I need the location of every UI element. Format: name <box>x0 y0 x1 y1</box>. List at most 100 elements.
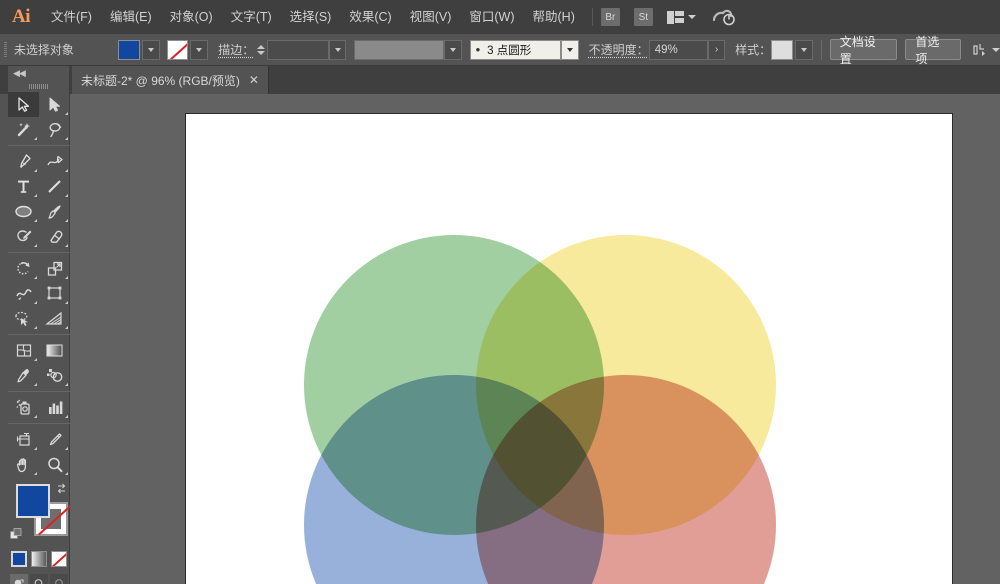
artboard-tool[interactable] <box>8 427 39 452</box>
gradient-tool[interactable] <box>39 338 70 363</box>
menu-effect[interactable]: 效果(C) <box>340 0 400 34</box>
blend-tool[interactable] <box>39 363 70 388</box>
chevron-down-icon <box>566 47 573 52</box>
artboard[interactable] <box>186 114 952 584</box>
stroke-color-swatch[interactable] <box>166 39 189 60</box>
menu-edit[interactable]: 编辑(E) <box>101 0 161 34</box>
creative-cloud-icon[interactable] <box>712 7 736 27</box>
gradient-mode-button[interactable] <box>31 551 47 567</box>
preferences-button[interactable]: 首选项 <box>905 35 961 66</box>
tools-panel-collapse[interactable]: ◀◀ <box>8 66 69 81</box>
curvature-tool[interactable] <box>39 149 70 174</box>
fill-color-dropdown[interactable] <box>141 39 160 60</box>
tool-list <box>8 92 70 477</box>
opacity-input[interactable]: 49% <box>648 39 709 60</box>
column-graph-tool[interactable] <box>39 395 70 420</box>
variable-width-profile-input[interactable] <box>354 39 444 60</box>
stroke-weight-dropdown[interactable] <box>328 39 347 60</box>
selection-tool[interactable] <box>8 92 39 117</box>
stroke-weight-stepper[interactable] <box>254 40 267 60</box>
line-segment-tool[interactable] <box>39 174 70 199</box>
app-logo: Ai <box>12 6 31 27</box>
menu-object[interactable]: 对象(O) <box>161 0 222 34</box>
menu-file[interactable]: 文件(F) <box>42 0 101 34</box>
menu-help[interactable]: 帮助(H) <box>524 0 584 34</box>
rotate-tool[interactable] <box>8 256 39 281</box>
control-bar-grip[interactable] <box>0 34 12 66</box>
chevron-down-icon <box>147 47 154 52</box>
swap-fill-stroke-icon[interactable] <box>55 482 68 495</box>
tool-divider <box>8 252 70 253</box>
none-mode-button[interactable] <box>51 551 67 567</box>
menu-select[interactable]: 选择(S) <box>281 0 341 34</box>
variable-width-profile-dropdown[interactable] <box>443 39 462 60</box>
menubar-divider <box>591 8 593 26</box>
symbol-sprayer-tool[interactable] <box>8 395 39 420</box>
graphic-style-dropdown[interactable] <box>794 39 813 60</box>
tool-divider <box>8 423 70 424</box>
paintbrush-tool[interactable] <box>39 199 70 224</box>
stroke-weight-input[interactable] <box>267 39 329 60</box>
bridge-icon[interactable]: Br <box>600 8 620 26</box>
graphic-style-swatch[interactable] <box>771 39 793 60</box>
stroke-weight-label: 描边： <box>218 43 255 57</box>
opacity-options-button[interactable]: › <box>708 39 726 60</box>
brush-dot-icon: • <box>475 42 481 57</box>
align-arrange-icon[interactable] <box>973 42 1000 57</box>
tools-panel: ◀◀ <box>8 66 70 584</box>
workspace-switcher-icon[interactable] <box>666 10 697 24</box>
mesh-tool[interactable] <box>8 338 39 363</box>
menu-type[interactable]: 文字(T) <box>222 0 281 34</box>
perspective-grid-tool[interactable] <box>39 306 70 331</box>
direct-selection-tool[interactable] <box>39 92 70 117</box>
fill-color-swatch[interactable] <box>117 39 140 60</box>
lasso-tool[interactable] <box>39 117 70 142</box>
opacity-label: 不透明度： <box>588 43 649 57</box>
chevron-down-icon <box>991 47 1000 52</box>
tool-divider <box>8 334 70 335</box>
default-fill-stroke-icon[interactable] <box>10 528 23 541</box>
draw-inside-button[interactable] <box>50 574 68 584</box>
chevron-down-icon <box>449 47 456 52</box>
pen-tool[interactable] <box>8 149 39 174</box>
type-tool[interactable] <box>8 174 39 199</box>
document-tab-title: 未标题-2* @ 96% (RGB/预览) <box>81 73 240 88</box>
ellipse-tool[interactable] <box>8 199 39 224</box>
draw-mode-buttons <box>8 572 70 584</box>
width-tool[interactable] <box>8 281 39 306</box>
document-tab[interactable]: 未标题-2* @ 96% (RGB/预览) ✕ <box>72 66 269 94</box>
chevron-down-icon <box>334 47 341 52</box>
shaper-tool[interactable] <box>8 224 39 249</box>
zoom-tool[interactable] <box>39 452 70 477</box>
fill-stroke-controls <box>8 482 70 544</box>
fill-color-box[interactable] <box>16 484 50 518</box>
menu-bar: Ai 文件(F) 编辑(E) 对象(O) 文字(T) 选择(S) 效果(C) 视… <box>0 0 1000 34</box>
brush-definition-input[interactable]: • 3 点圆形 <box>469 39 561 60</box>
chevron-down-icon <box>688 15 697 19</box>
eyedropper-tool[interactable] <box>8 363 39 388</box>
color-mode-button[interactable] <box>11 551 27 567</box>
slice-tool[interactable] <box>39 427 70 452</box>
tools-panel-grip[interactable] <box>8 81 69 92</box>
menu-view[interactable]: 视图(V) <box>401 0 461 34</box>
canvas-area[interactable] <box>70 94 1000 584</box>
document-setup-button[interactable]: 文档设置 <box>829 35 898 66</box>
venn-diagram-artwork[interactable] <box>186 114 952 584</box>
workspace-grid-icon <box>666 10 685 24</box>
close-icon[interactable]: ✕ <box>249 74 259 86</box>
scale-tool[interactable] <box>39 256 70 281</box>
stroke-color-dropdown[interactable] <box>190 39 209 60</box>
draw-behind-button[interactable] <box>30 574 48 584</box>
tool-divider <box>8 391 70 392</box>
free-transform-tool[interactable] <box>39 281 70 306</box>
magic-wand-tool[interactable] <box>8 117 39 142</box>
hand-tool[interactable] <box>8 452 39 477</box>
control-bar: 未选择对象 描边： • 3 点圆形 不透明度： 49% › 样式： 文档设置 首… <box>0 34 1000 66</box>
paint-mode-buttons <box>8 546 70 572</box>
shape-builder-tool[interactable] <box>8 306 39 331</box>
stock-icon[interactable]: St <box>633 8 653 26</box>
brush-definition-dropdown[interactable] <box>560 39 579 60</box>
menu-window[interactable]: 窗口(W) <box>460 0 523 34</box>
draw-normal-button[interactable] <box>10 574 28 584</box>
eraser-tool[interactable] <box>39 224 70 249</box>
